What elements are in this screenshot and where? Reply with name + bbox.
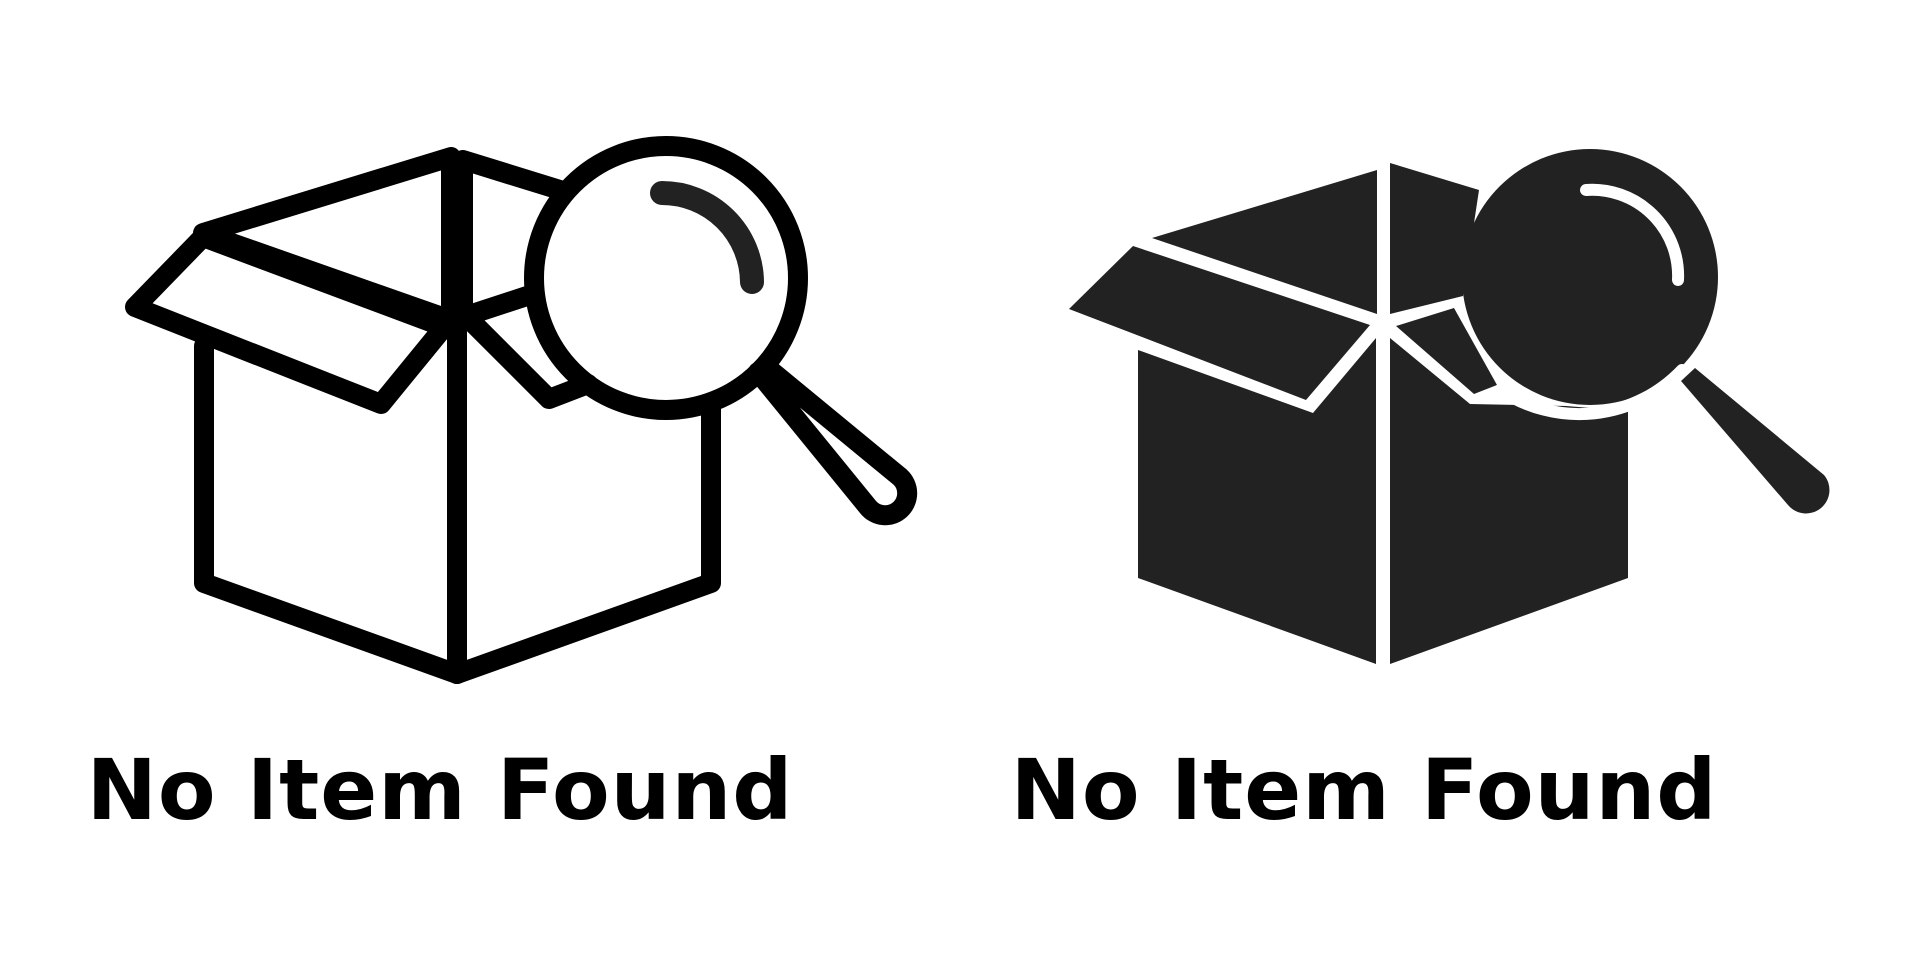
outline-lens-highlight bbox=[650, 181, 764, 294]
icon-sheet: No Item Found No Item Found bbox=[0, 0, 1920, 976]
outline-box-left-flap bbox=[125, 227, 454, 414]
outline-box-back-left-flap bbox=[193, 147, 461, 330]
solid-caption: No Item Found bbox=[1010, 741, 1718, 839]
solid-open-box-magnifier-icon bbox=[1069, 149, 1830, 664]
solid-magnifier-handle bbox=[1681, 368, 1830, 514]
outline-open-box-magnifier-icon bbox=[125, 136, 918, 684]
solid-box-left-face bbox=[1138, 338, 1376, 664]
outline-magnifier-handle bbox=[748, 360, 918, 526]
outline-caption: No Item Found bbox=[86, 741, 794, 839]
